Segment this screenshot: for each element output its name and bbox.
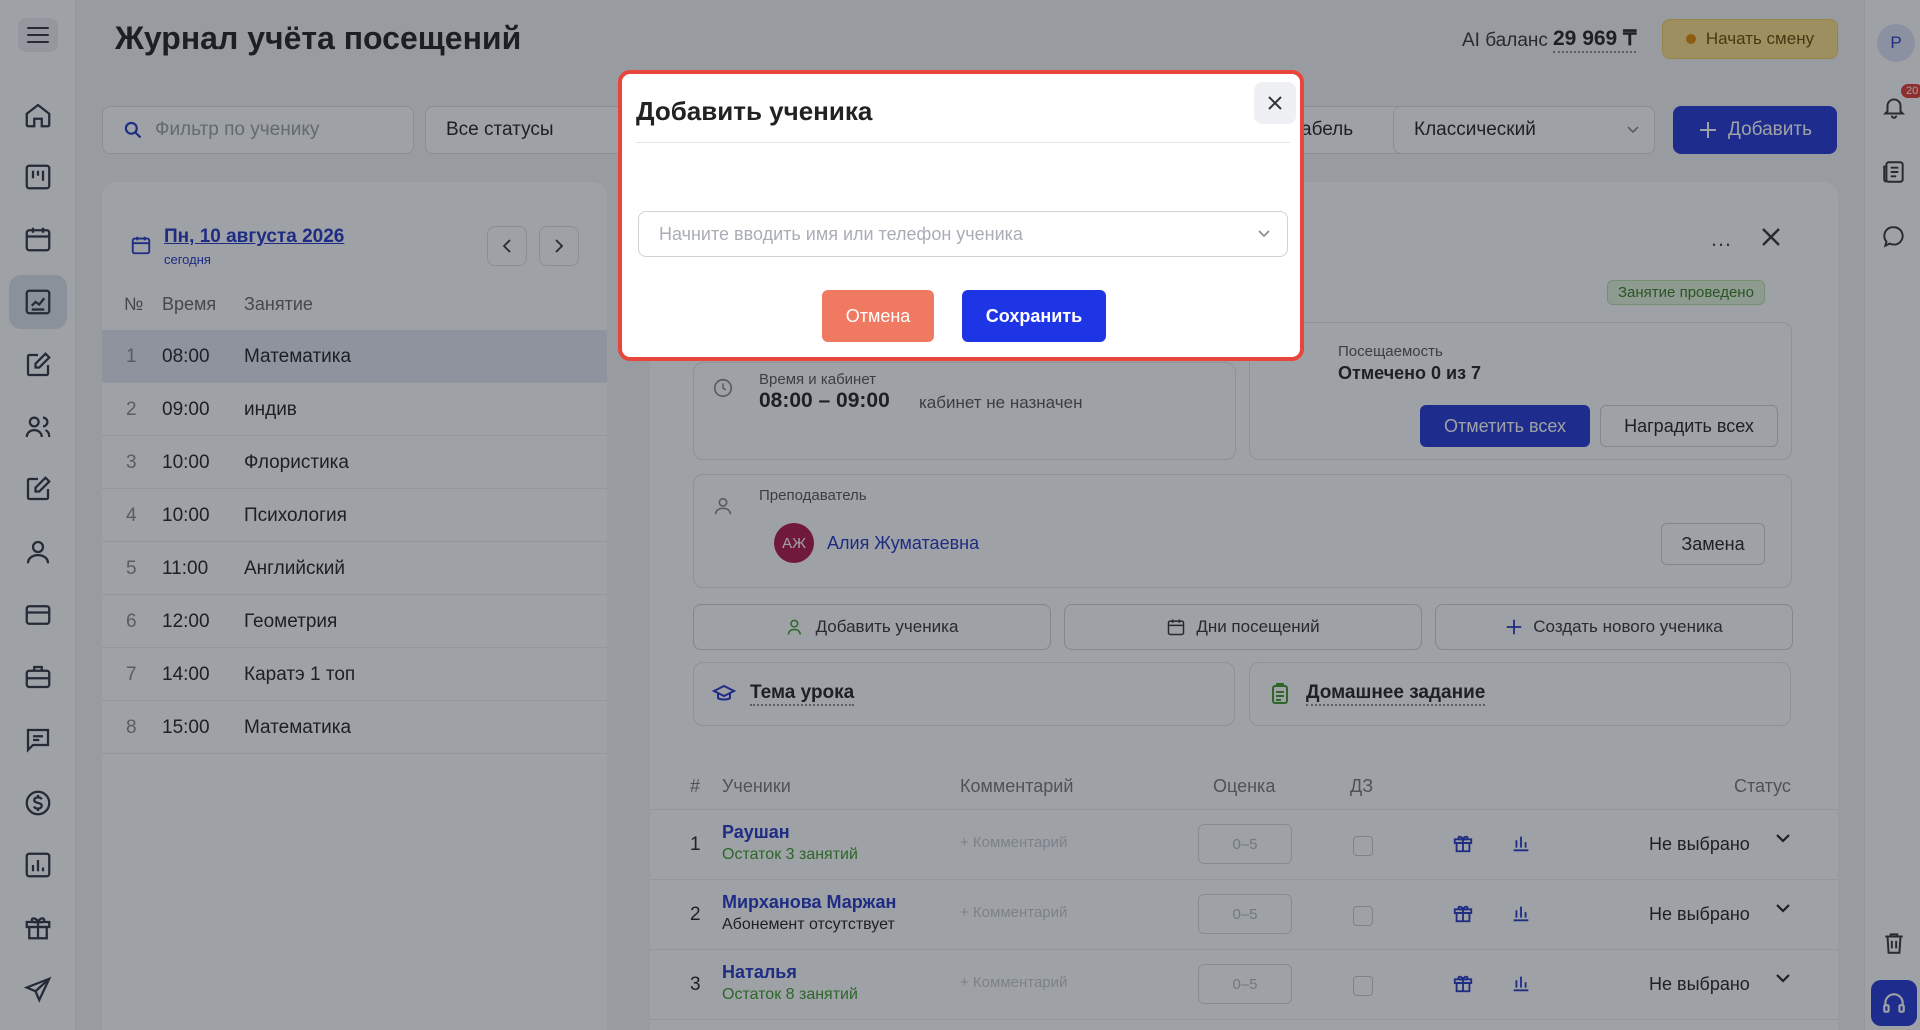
cancel-button[interactable]: Отмена [822,290,934,342]
dialog-title: Добавить ученика [636,96,873,126]
save-button[interactable]: Сохранить [962,290,1106,342]
student-search-select[interactable]: Начните вводить имя или телефон ученика [638,211,1288,257]
divider [636,142,1290,143]
close-icon[interactable] [1254,82,1296,124]
chevron-down-icon [1258,230,1270,238]
add-student-dialog: Добавить ученика Начните вводить имя или… [618,70,1304,361]
student-search-placeholder: Начните вводить имя или телефон ученика [659,223,1023,244]
